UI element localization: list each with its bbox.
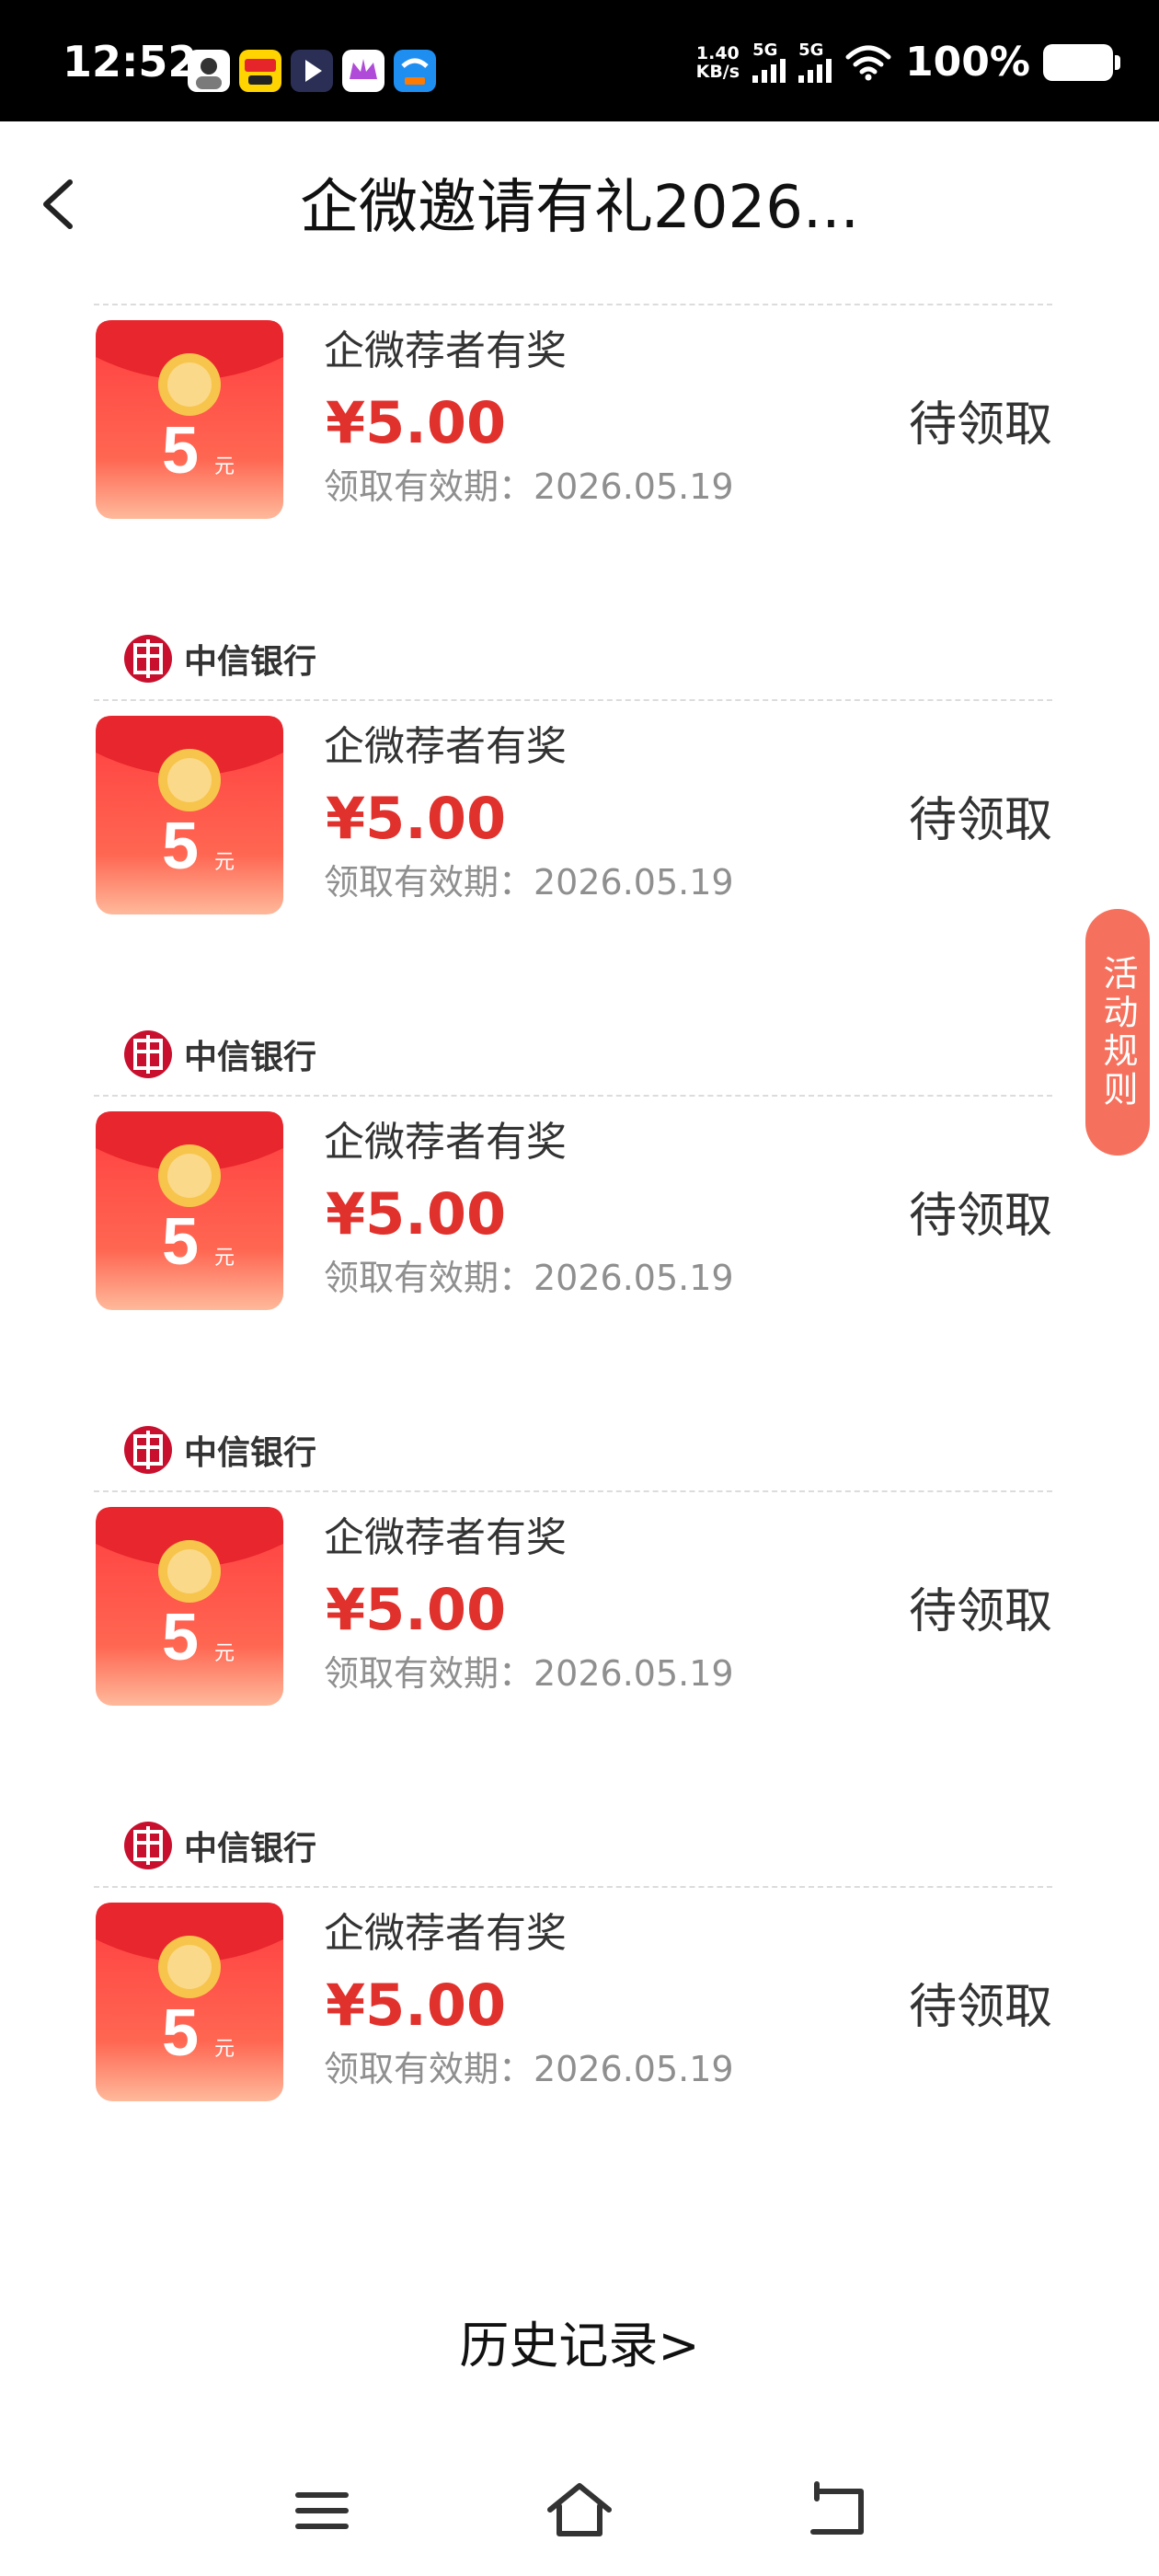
claim-status-button[interactable]: 待领取 — [909, 1978, 1052, 2037]
signal-1: 5G — [752, 42, 786, 83]
status-time: 12:52 — [63, 37, 198, 86]
reward-expiry: 领取有效期：2026.05.19 — [324, 466, 734, 507]
battery-percent: 100% — [905, 39, 1030, 86]
battery-icon — [1043, 44, 1120, 81]
reward-name: 企微荐者有奖 — [324, 1910, 567, 1957]
dashed-divider — [94, 1095, 1052, 1097]
reward-name: 企微荐者有奖 — [324, 328, 567, 374]
citic-bank-logo-icon — [124, 635, 172, 683]
envelope-unit: 元 — [214, 1641, 235, 1664]
dashed-divider — [94, 1886, 1052, 1888]
bank-name: 中信银行 — [184, 643, 317, 681]
reward-card[interactable]: 5 元 企微荐者有奖 ¥5.00 领取有效期：2026.05.19 待领取 — [94, 221, 1052, 616]
home-icon[interactable] — [543, 2478, 616, 2543]
envelope-value: 5 — [162, 1205, 199, 1279]
envelope-unit: 元 — [214, 454, 235, 477]
bank-header: 中信银行 — [123, 633, 316, 684]
claim-status-button[interactable]: 待领取 — [909, 396, 1052, 454]
network-speed-unit: KB/s — [695, 62, 740, 82]
dashed-divider — [94, 304, 1052, 305]
video-app-icon — [291, 50, 333, 92]
signal-1-label: 5G — [752, 40, 778, 60]
signal-bars-icon — [752, 59, 786, 83]
crown-app-icon — [342, 50, 384, 92]
red-envelope-icon: 5 元 — [96, 716, 283, 914]
reward-amount: ¥5.00 — [326, 1180, 507, 1248]
reward-expiry: 领取有效期：2026.05.19 — [324, 1653, 734, 1694]
avatar-app-icon — [188, 50, 230, 92]
reward-card[interactable]: 中信银行 5 元 企微荐者有奖 ¥5.00 领取有效期：2026.05.19 待… — [94, 1803, 1052, 2199]
red-envelope-icon: 5 元 — [96, 320, 283, 519]
envelope-value: 5 — [162, 1601, 199, 1674]
citic-bank-logo-icon — [124, 1030, 172, 1078]
reward-card[interactable]: 中信银行 5 元 企微荐者有奖 ¥5.00 领取有效期：2026.05.19 待… — [94, 616, 1052, 1012]
red-envelope-icon: 5 元 — [96, 1903, 283, 2101]
reward-amount: ¥5.00 — [326, 1972, 507, 2039]
reward-amount: ¥5.00 — [326, 785, 507, 852]
status-bar: 12:52 1.40 KB/s 5G 5G 100% — [0, 0, 1159, 121]
claim-status-button[interactable]: 待领取 — [909, 1187, 1052, 1246]
signal-bars-icon — [798, 59, 832, 83]
envelope-unit: 元 — [214, 2037, 235, 2060]
reward-name: 企微荐者有奖 — [324, 1514, 567, 1561]
reward-name: 企微荐者有奖 — [324, 723, 567, 770]
reward-card[interactable]: 中信银行 5 元 企微荐者有奖 ¥5.00 领取有效期：2026.05.19 待… — [94, 1408, 1052, 1803]
tao-app-icon — [239, 50, 281, 92]
bank-name: 中信银行 — [184, 1830, 317, 1868]
status-indicators: 1.40 KB/s 5G 5G 100% — [696, 39, 1120, 86]
envelope-value: 5 — [162, 810, 199, 883]
menu-icon[interactable] — [285, 2478, 359, 2543]
bank-name: 中信银行 — [184, 1434, 317, 1472]
reward-name: 企微荐者有奖 — [324, 1119, 567, 1166]
envelope-value: 5 — [162, 1996, 199, 2070]
reward-expiry: 领取有效期：2026.05.19 — [324, 1258, 734, 1298]
notification-icons — [188, 50, 436, 92]
envelope-unit: 元 — [214, 1246, 235, 1269]
reward-expiry: 领取有效期：2026.05.19 — [324, 2049, 734, 2089]
history-record-link[interactable]: 历史记录> — [0, 2309, 1159, 2383]
claim-status-button[interactable]: 待领取 — [909, 1582, 1052, 1641]
claim-status-button[interactable]: 待领取 — [909, 791, 1052, 850]
reward-amount: ¥5.00 — [326, 1576, 507, 1643]
dashed-divider — [94, 1490, 1052, 1492]
bank-name: 中信银行 — [184, 1039, 317, 1076]
system-nav-bar — [0, 2438, 1159, 2576]
bank-header: 中信银行 — [123, 1820, 316, 1871]
network-speed: 1.40 KB/s — [696, 44, 740, 81]
telecom-app-icon — [394, 50, 436, 92]
citic-bank-logo-icon — [124, 1426, 172, 1474]
envelope-value: 5 — [162, 414, 199, 488]
reward-amount: ¥5.00 — [326, 389, 507, 456]
envelope-unit: 元 — [214, 850, 235, 873]
wifi-icon — [845, 45, 891, 81]
red-envelope-icon: 5 元 — [96, 1111, 283, 1310]
reward-expiry: 领取有效期：2026.05.19 — [324, 862, 734, 903]
reward-card[interactable]: 中信银行 5 元 企微荐者有奖 ¥5.00 领取有效期：2026.05.19 待… — [94, 1012, 1052, 1408]
network-speed-value: 1.40 — [695, 43, 740, 63]
back-icon[interactable] — [800, 2478, 874, 2543]
red-envelope-icon: 5 元 — [96, 1507, 283, 1706]
bank-header: 中信银行 — [123, 1424, 316, 1476]
dashed-divider — [94, 699, 1052, 701]
signal-2-label: 5G — [798, 40, 824, 60]
citic-bank-logo-icon — [124, 1822, 172, 1869]
signal-2: 5G — [798, 42, 832, 83]
activity-rules-button[interactable]: 活动规则 — [1085, 909, 1150, 1156]
bank-header: 中信银行 — [123, 1029, 316, 1080]
